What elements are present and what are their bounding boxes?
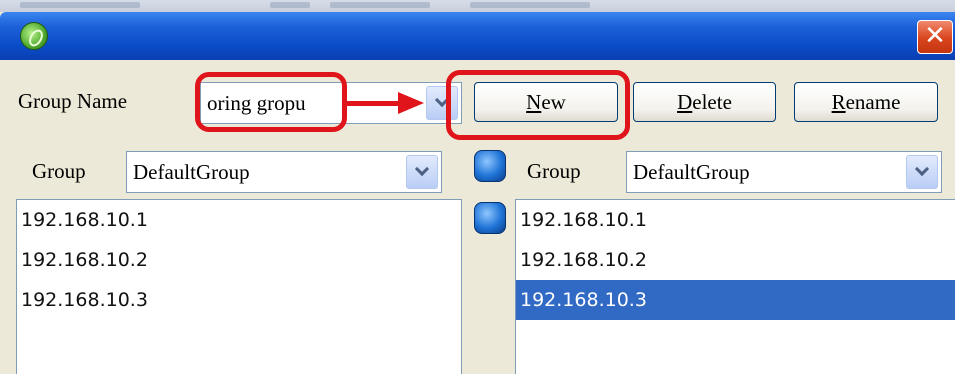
left-ip-list[interactable]: 192.168.10.1 192.168.10.2 192.168.10.3: [16, 199, 462, 374]
right-group-select[interactable]: DefaultGroup: [626, 151, 942, 193]
right-group-dropdown-button[interactable]: [906, 155, 938, 189]
close-button[interactable]: ✕: [917, 20, 953, 54]
chevron-down-icon: [414, 161, 430, 177]
app-icon: [20, 22, 48, 50]
left-group-select[interactable]: DefaultGroup: [126, 151, 442, 193]
right-group-label: Group: [527, 159, 581, 183]
new-button-mnemonic: N: [526, 90, 542, 114]
chevron-down-icon: [914, 161, 930, 177]
title-bar[interactable]: ✕: [0, 12, 955, 60]
new-button-label: ew: [541, 90, 566, 114]
delete-button-mnemonic: D: [677, 90, 693, 114]
annotation-arrow-line: [345, 101, 400, 106]
new-button[interactable]: New: [474, 82, 618, 122]
delete-button[interactable]: Delete: [633, 82, 776, 122]
list-item[interactable]: 192.168.10.3: [17, 280, 461, 320]
background-blur: [330, 2, 430, 8]
left-group-label: Group: [32, 159, 86, 183]
chevron-down-icon: [434, 92, 450, 108]
group-name-dropdown-button[interactable]: [426, 86, 458, 120]
rename-button[interactable]: Rename: [794, 82, 938, 122]
move-right-icon[interactable]: [474, 150, 506, 182]
delete-button-label: elete: [692, 90, 732, 114]
rename-button-mnemonic: R: [831, 90, 846, 114]
list-item[interactable]: 192.168.10.1: [516, 200, 955, 240]
background-blur: [470, 2, 590, 8]
background-blur: [20, 2, 140, 8]
close-icon: ✕: [924, 21, 946, 51]
right-ip-list[interactable]: 192.168.10.1 192.168.10.2 192.168.10.3: [515, 199, 955, 374]
background-strip: [0, 0, 955, 12]
list-item-selected[interactable]: 192.168.10.3: [516, 280, 955, 320]
list-item[interactable]: 192.168.10.1: [17, 200, 461, 240]
background-blur: [270, 2, 310, 8]
list-item[interactable]: 192.168.10.2: [17, 240, 461, 280]
move-left-icon[interactable]: [474, 202, 506, 234]
group-name-label: Group Name: [18, 89, 128, 113]
annotation-arrow-icon: [398, 92, 424, 114]
rename-button-label: ename: [845, 90, 901, 114]
list-item[interactable]: 192.168.10.2: [516, 240, 955, 280]
group-manager-window: ✕ Group Name oring gropu New Delete Rena…: [0, 0, 955, 374]
left-group-dropdown-button[interactable]: [406, 155, 438, 189]
